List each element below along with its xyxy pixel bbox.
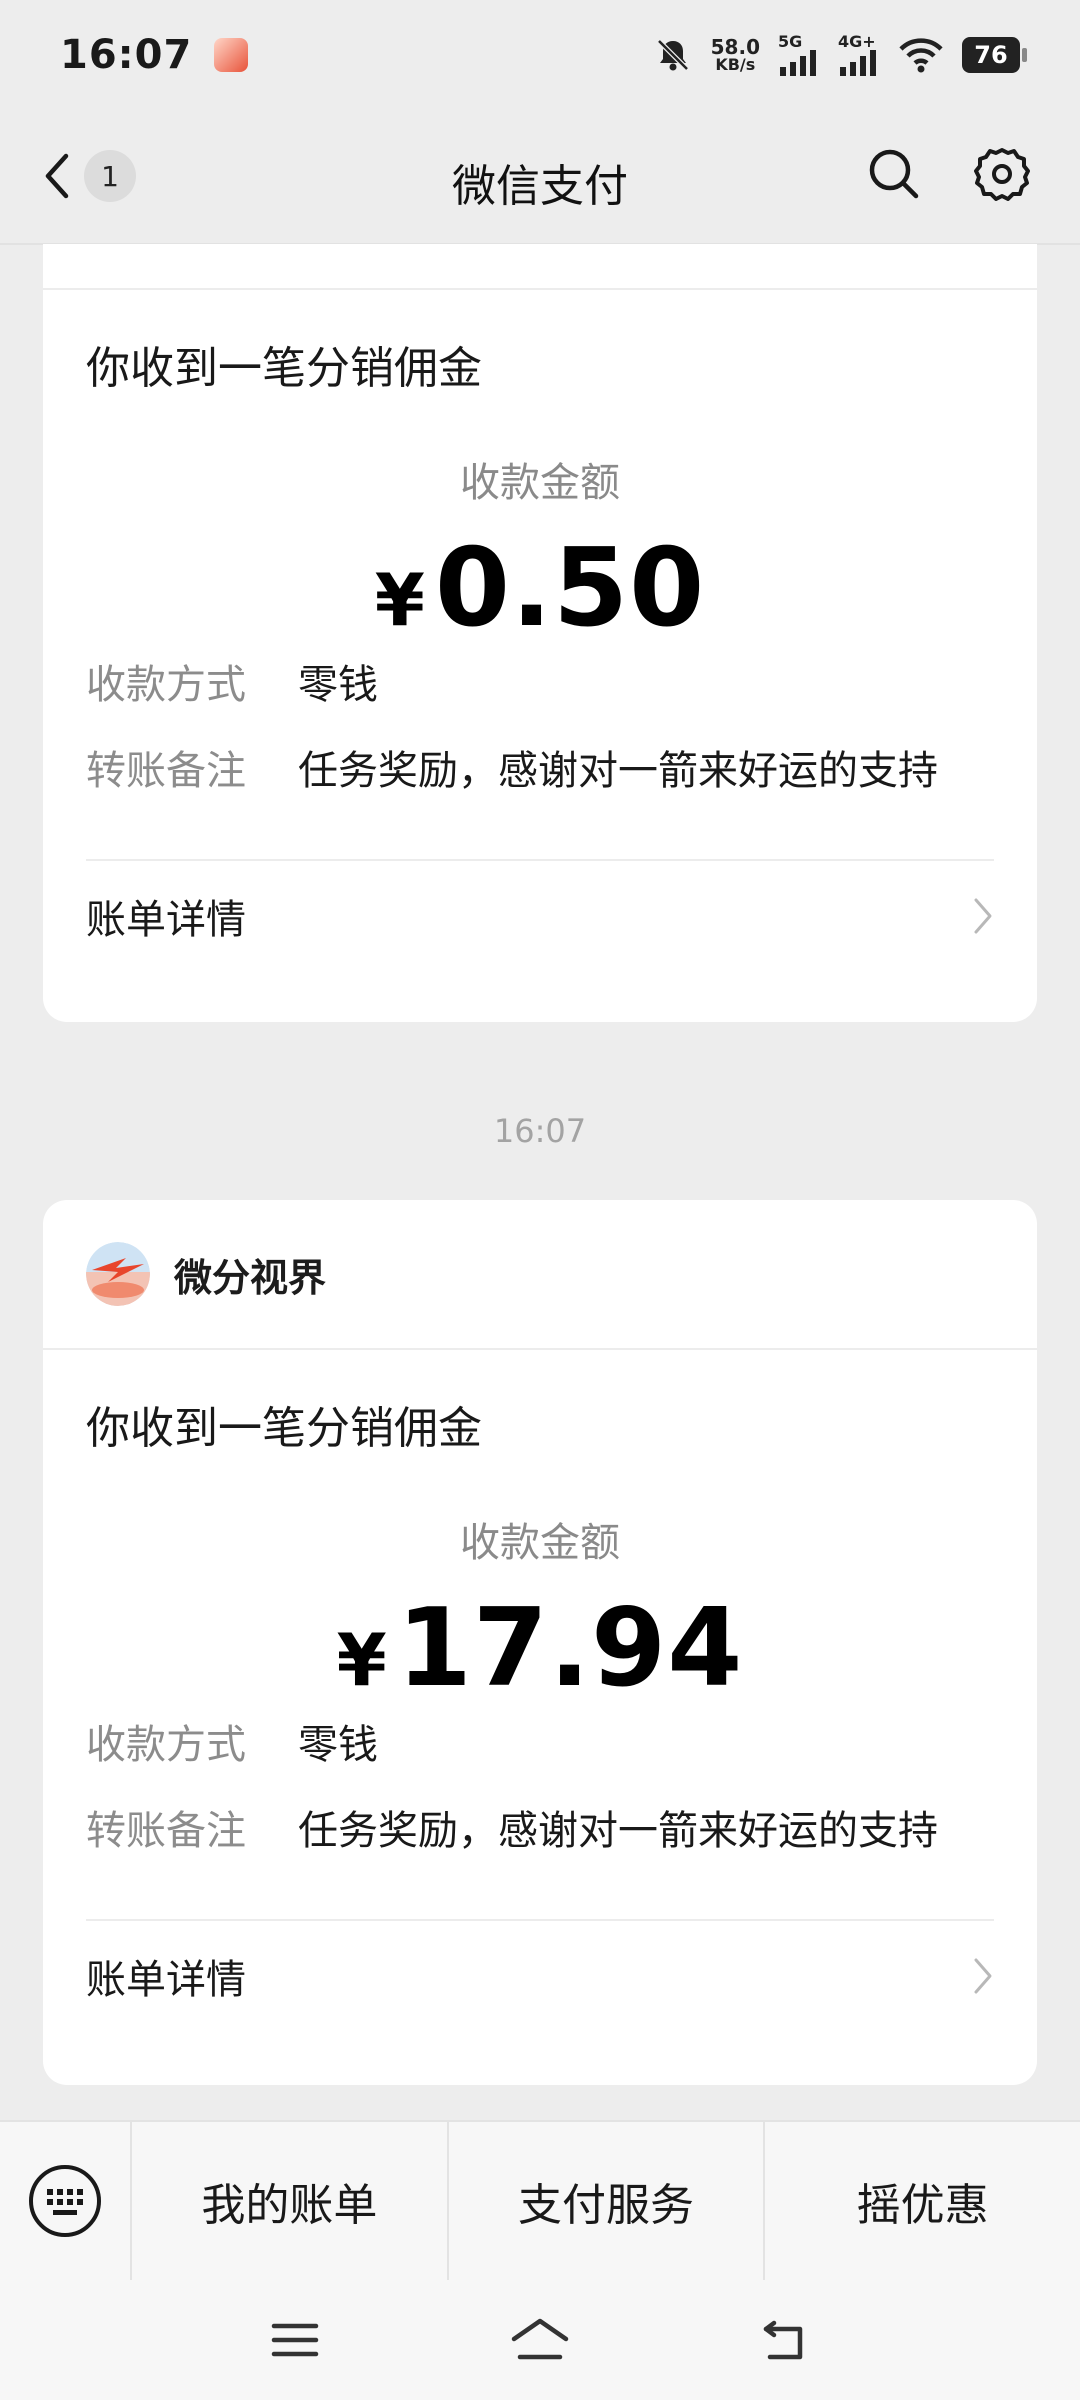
payment-message-card[interactable]: 微分视界 你收到一笔分销佣金 收款金额 ¥ 17.94 收款方式 零钱 转账备注… — [43, 1200, 1037, 2085]
status-time: 16:07 — [60, 32, 193, 78]
menu-shake-deals[interactable]: 摇优惠 — [763, 2121, 1080, 2281]
menu-my-bills[interactable]: 我的账单 — [130, 2121, 447, 2281]
currency-symbol: ¥ — [374, 558, 425, 642]
signal-5g: 5G — [778, 34, 820, 76]
bill-details-label: 账单详情 — [86, 897, 246, 943]
amount-label: 收款金额 — [460, 460, 620, 506]
signal-bars-icon — [780, 50, 816, 76]
search-icon[interactable] — [866, 146, 922, 202]
sender-avatar[interactable] — [86, 1242, 150, 1306]
bottom-menu-bar: 我的账单 支付服务 摇优惠 — [0, 2120, 1080, 2281]
sender-name: 微分视界 — [174, 1255, 327, 1300]
payment-method-label: 收款方式 — [86, 1722, 246, 1768]
menu-payment-services[interactable]: 支付服务 — [446, 2121, 764, 2281]
currency-symbol: ¥ — [336, 1618, 387, 1702]
transfer-note-value: 任务奖励，感谢对一箭来好运的支持 — [298, 1808, 938, 1854]
payment-message-card[interactable]: 你收到一笔分销佣金 收款金额 ¥ 0.50 收款方式 零钱 转账备注 任务奖励，… — [43, 288, 1037, 1022]
keyboard-toggle-button[interactable] — [0, 2121, 130, 2281]
card-sender-header[interactable]: 微分视界 — [43, 1200, 1037, 1350]
amount-value: 0.50 — [434, 526, 706, 651]
amount-value: 17.94 — [396, 1586, 744, 1711]
signal-4g: 4G+ — [838, 34, 880, 76]
transfer-note-value: 任务奖励，感谢对一箭来好运的支持 — [298, 748, 938, 794]
transfer-note-row: 转账备注 任务奖励，感谢对一箭来好运的支持 — [43, 1807, 1037, 1855]
bill-details-label: 账单详情 — [86, 1957, 246, 2003]
chevron-right-icon — [974, 898, 992, 934]
signal-bars-icon — [840, 50, 876, 76]
payment-method-row: 收款方式 零钱 — [43, 1721, 1037, 1769]
keyboard-icon — [29, 2165, 101, 2237]
bill-details-link[interactable]: 账单详情 — [43, 861, 1037, 971]
bill-details-link[interactable]: 账单详情 — [43, 1921, 1037, 2031]
battery-indicator: 76 — [962, 37, 1027, 73]
network-speed: 58.0 KB/s — [710, 35, 760, 74]
payment-method-value: 零钱 — [298, 1722, 378, 1768]
card-header-clipped — [43, 244, 1037, 288]
payment-method-label: 收款方式 — [86, 662, 246, 708]
message-timestamp: 16:07 — [493, 1112, 587, 1150]
transfer-note-label: 转账备注 — [86, 1808, 246, 1854]
amount-display: ¥ 17.94 — [43, 1586, 1037, 1711]
mute-bell-icon — [656, 39, 689, 71]
gear-icon[interactable] — [972, 144, 1032, 204]
back-icon[interactable] — [760, 2317, 810, 2363]
wifi-icon — [899, 38, 943, 73]
menu-icon[interactable] — [270, 2320, 320, 2360]
amount-display: ¥ 0.50 — [43, 526, 1037, 651]
chevron-right-icon — [974, 1958, 992, 1994]
payment-method-value: 零钱 — [298, 662, 378, 708]
app-notification-icon — [214, 38, 249, 72]
payment-method-row: 收款方式 零钱 — [43, 661, 1037, 709]
transfer-note-label: 转账备注 — [86, 748, 246, 794]
status-bar: 16:07 58.0 KB/s 5G 4G+ 76 — [0, 0, 1080, 110]
message-title: 你收到一笔分销佣金 — [86, 343, 482, 394]
amount-label: 收款金额 — [460, 1520, 620, 1566]
system-navigation-bar — [0, 2280, 1080, 2400]
chat-header: 1 微信支付 — [0, 110, 1080, 245]
message-title: 你收到一笔分销佣金 — [86, 1403, 482, 1454]
home-icon[interactable] — [510, 2317, 570, 2363]
transfer-note-row: 转账备注 任务奖励，感谢对一箭来好运的支持 — [43, 747, 1037, 795]
